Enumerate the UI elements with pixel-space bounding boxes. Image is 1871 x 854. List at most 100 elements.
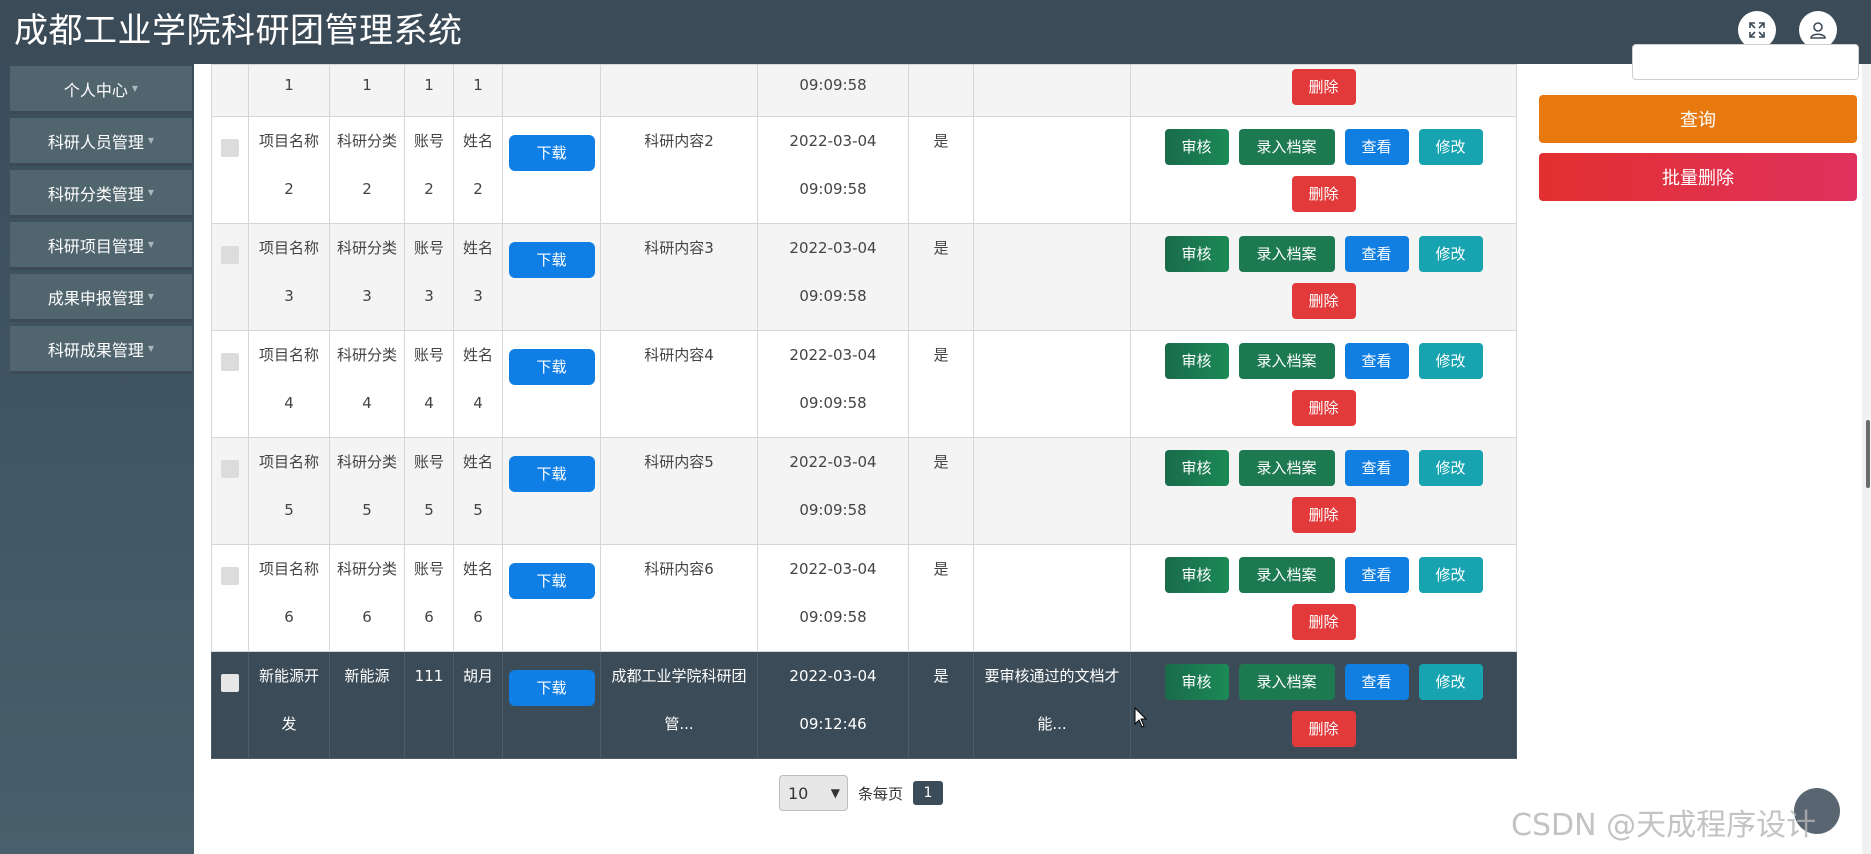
download-cell: 下载: [502, 330, 601, 438]
table-cell: 项目名称 3: [248, 223, 330, 331]
query-button[interactable]: 查询: [1539, 95, 1857, 143]
row-checkbox[interactable]: [221, 353, 239, 371]
table-cell: 是: [908, 116, 974, 224]
archive-button[interactable]: 录入档案: [1238, 129, 1335, 165]
page-button-current[interactable]: 1: [913, 781, 943, 805]
table-cell: 账号 3: [404, 223, 454, 331]
archive-button[interactable]: 录入档案: [1238, 343, 1335, 379]
table-cell: 新能源开发: [248, 651, 330, 759]
download-button[interactable]: 下载: [508, 456, 595, 492]
audit-button[interactable]: 审核: [1164, 343, 1229, 379]
row-checkbox[interactable]: [221, 567, 239, 585]
download-button[interactable]: 下载: [508, 670, 595, 706]
audit-button[interactable]: 审核: [1164, 664, 1229, 700]
page-size-select[interactable]: 10 ▼: [779, 775, 848, 811]
row-checkbox[interactable]: [221, 674, 239, 692]
table-cell: 账号 5: [404, 437, 454, 545]
delete-button[interactable]: 删除: [1291, 283, 1356, 319]
delete-button[interactable]: 删除: [1291, 604, 1356, 640]
view-button[interactable]: 查看: [1344, 664, 1409, 700]
table-cell: 科研内容3: [600, 223, 758, 331]
fullscreen-icon: [1749, 22, 1765, 38]
delete-button[interactable]: 删除: [1291, 390, 1356, 426]
table-cell: [973, 223, 1131, 331]
per-page-label: 条每页: [858, 785, 904, 803]
sidebar-item-researchers[interactable]: 科研人员管理 ▼: [10, 118, 192, 166]
edit-button[interactable]: 修改: [1418, 236, 1483, 272]
table-cell: 姓名 5: [453, 437, 503, 545]
download-button[interactable]: 下载: [508, 135, 595, 171]
view-button[interactable]: 查看: [1344, 450, 1409, 486]
sidebar-item-profile[interactable]: 个人中心 ▼: [10, 66, 192, 114]
row-checkbox[interactable]: [221, 460, 239, 478]
table-cell: 1: [329, 64, 405, 117]
view-button[interactable]: 查看: [1344, 236, 1409, 272]
archive-button[interactable]: 录入档案: [1238, 557, 1335, 593]
delete-button[interactable]: 删除: [1291, 497, 1356, 533]
table-row: 项目名称 4 科研分类 4 账号 4 姓名 4 下载 科研内容4 2022-03-04 0…: [211, 330, 1517, 438]
download-button[interactable]: 下载: [508, 242, 595, 278]
edit-button[interactable]: 修改: [1418, 557, 1483, 593]
caret-down-icon: ▼: [131, 84, 139, 93]
table-cell: 1: [248, 64, 330, 117]
table-cell: 姓名 4: [453, 330, 503, 438]
sidebar-item-label: 科研人员管理: [47, 132, 144, 152]
sidebar-item-label: 科研成果管理: [47, 340, 144, 360]
table-cell: 项目名称 5: [248, 437, 330, 545]
audit-button[interactable]: 审核: [1164, 236, 1229, 272]
sidebar-item-achievements[interactable]: 科研成果管理 ▼: [10, 326, 192, 374]
table-cell: 账号 2: [404, 116, 454, 224]
table-cell: [973, 437, 1131, 545]
sidebar-item-projects[interactable]: 科研项目管理 ▼: [10, 222, 192, 270]
table-cell: 2022-03-04 09:12:46: [757, 651, 909, 759]
edit-button[interactable]: 修改: [1418, 129, 1483, 165]
batch-delete-button[interactable]: 批量删除: [1539, 153, 1857, 201]
table-row: 1 1 1 1 09:09:58 删除: [211, 64, 1517, 117]
view-button[interactable]: 查看: [1344, 343, 1409, 379]
sidebar-item-declarations[interactable]: 成果申报管理 ▼: [10, 274, 192, 322]
table-cell: 2022-03-04 09:09:58: [757, 437, 909, 545]
sidebar-item-label: 科研分类管理: [47, 184, 144, 204]
table-cell: 2022-03-04 09:09:58: [757, 544, 909, 652]
row-checkbox[interactable]: [221, 139, 239, 157]
sidebar-item-categories[interactable]: 科研分类管理 ▼: [10, 170, 192, 218]
checkbox-cell: [211, 223, 249, 331]
audit-button[interactable]: 审核: [1164, 129, 1229, 165]
row-checkbox[interactable]: [221, 246, 239, 264]
download-cell: 下载: [502, 223, 601, 331]
table-cell: 是: [908, 651, 974, 759]
table-row-highlighted: 新能源开发 新能源 111 胡月 下载 成都工业学院科研团 管... 2022-0…: [211, 651, 1517, 759]
delete-button[interactable]: 删除: [1291, 711, 1356, 747]
chevron-down-icon: ▼: [830, 786, 840, 800]
scrollbar-thumb[interactable]: [1866, 420, 1870, 488]
table-cell: 2022-03-04 09:09:58: [757, 330, 909, 438]
app-title: 成都工业学院科研团管理系统: [14, 11, 463, 51]
table-cell: 胡月: [453, 651, 503, 759]
edit-button[interactable]: 修改: [1418, 450, 1483, 486]
view-button[interactable]: 查看: [1344, 129, 1409, 165]
audit-button[interactable]: 审核: [1164, 557, 1229, 593]
edit-button[interactable]: 修改: [1418, 343, 1483, 379]
archive-button[interactable]: 录入档案: [1238, 450, 1335, 486]
delete-button[interactable]: 删除: [1291, 69, 1356, 105]
audit-button[interactable]: 审核: [1164, 450, 1229, 486]
archive-button[interactable]: 录入档案: [1238, 664, 1335, 700]
archive-button[interactable]: 录入档案: [1238, 236, 1335, 272]
edit-button[interactable]: 修改: [1418, 664, 1483, 700]
caret-down-icon: ▼: [147, 188, 155, 197]
download-button[interactable]: 下载: [508, 563, 595, 599]
checkbox-cell: [211, 64, 249, 117]
actions-cell: 审核 录入档案 查看 修改 删除: [1130, 437, 1517, 545]
search-input[interactable]: [1632, 44, 1859, 80]
table-cell: 1: [404, 64, 454, 117]
view-button[interactable]: 查看: [1344, 557, 1409, 593]
caret-down-icon: ▼: [147, 344, 155, 353]
table-cell: 是: [908, 330, 974, 438]
watermark: CSDN @天成程序设计: [1511, 808, 1817, 843]
checkbox-cell: [211, 544, 249, 652]
caret-down-icon: ▼: [147, 292, 155, 301]
download-button[interactable]: 下载: [508, 349, 595, 385]
table-cell: 项目名称 4: [248, 330, 330, 438]
delete-button[interactable]: 删除: [1291, 176, 1356, 212]
table-cell: 账号 4: [404, 330, 454, 438]
